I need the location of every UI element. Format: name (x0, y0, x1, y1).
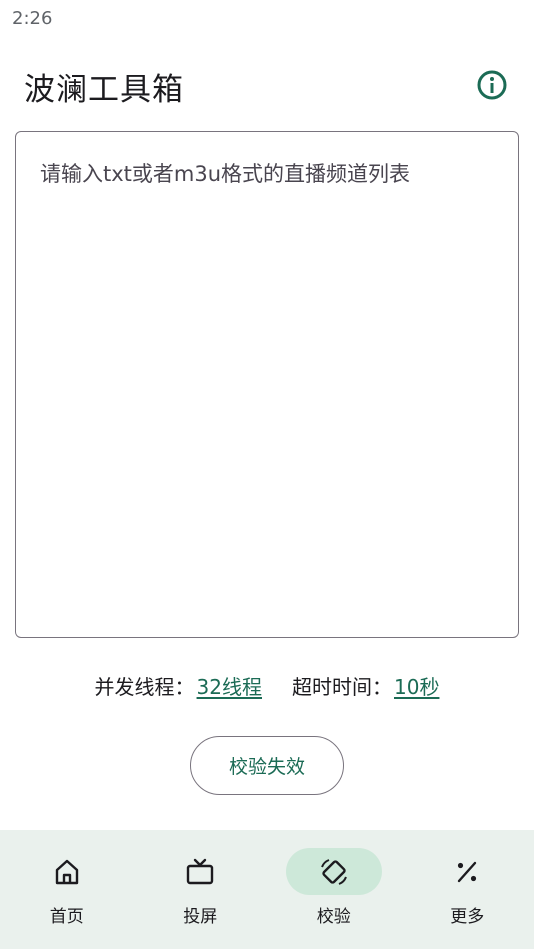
channel-list-input[interactable]: 请输入txt或者m3u格式的直播频道列表 (15, 131, 519, 638)
nav-label-verify: 校验 (316, 907, 351, 927)
timeout-label: 超时时间： (292, 674, 392, 699)
percent-icon (458, 861, 477, 882)
page-title: 波澜工具箱 (24, 72, 184, 108)
app-bar: 波澜工具箱 (0, 50, 534, 116)
nav-item-home[interactable]: 首页 (0, 830, 134, 949)
check-invalid-button[interactable]: 校验失效 (190, 736, 344, 795)
rotate-device-icon (320, 858, 347, 885)
concurrency-label: 并发线程： (94, 674, 195, 699)
nav-label-cast: 投屏 (183, 907, 218, 927)
screen: 2:26 波澜工具箱 请输入txt或者m3u格式的直播频道列表 并发线程： 32… (0, 0, 534, 949)
nav-item-cast[interactable]: 投屏 (134, 830, 268, 949)
info-circle-icon (477, 70, 507, 100)
nav-label-more: 更多 (450, 907, 485, 927)
settings-row: 并发线程： 32线程 超时时间： 10秒 (0, 668, 534, 702)
concurrency-value-link[interactable]: 32线程 (197, 671, 262, 700)
home-icon (55, 859, 78, 884)
nav-item-verify[interactable]: 校验 (267, 830, 401, 949)
status-time: 2:26 (12, 8, 53, 29)
status-bar: 2:26 (0, 0, 534, 38)
channel-list-placeholder: 请输入txt或者m3u格式的直播频道列表 (40, 162, 411, 186)
nav-label-home: 首页 (49, 907, 84, 927)
nav-item-more[interactable]: 更多 (401, 830, 534, 949)
bottom-nav: 首页 投屏 校验 更多 (0, 830, 534, 949)
info-button[interactable] (474, 67, 510, 103)
timeout-value-link[interactable]: 10秒 (394, 671, 439, 700)
tv-icon (187, 858, 214, 884)
